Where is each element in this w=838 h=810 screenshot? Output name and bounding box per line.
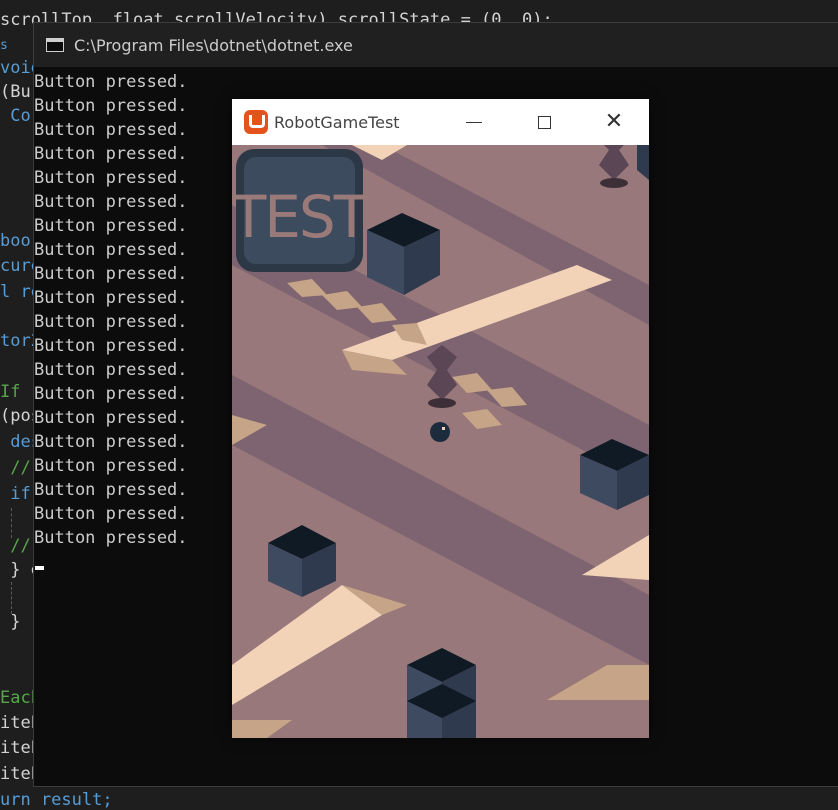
code-line: //	[0, 458, 31, 478]
console-title: C:\Program Files\dotnet\dotnet.exe	[74, 35, 353, 55]
game-titlebar[interactable]: RobotGameTest ✕	[232, 99, 649, 145]
code-line: urn result;	[0, 790, 113, 810]
game-viewport[interactable]: TEST	[232, 145, 649, 738]
code-line: if	[0, 484, 31, 504]
indent-guide	[11, 508, 12, 538]
sign-label: TEST	[232, 183, 370, 251]
indent-guide	[11, 582, 12, 614]
stone-block	[407, 648, 476, 738]
code-line: //	[0, 536, 31, 556]
game-scene: TEST	[232, 145, 649, 738]
console-titlebar[interactable]: C:\Program Files\dotnet\dotnet.exe	[34, 23, 838, 67]
minimize-icon	[466, 121, 482, 123]
code-line: (Bu	[0, 82, 31, 102]
code-line: }	[0, 612, 21, 632]
maximize-button[interactable]	[509, 99, 579, 145]
maximize-icon	[537, 115, 551, 129]
code-line: boo	[0, 231, 31, 251]
game-window[interactable]: RobotGameTest ✕ TEST	[232, 99, 649, 738]
code-line: s	[0, 38, 8, 53]
test-sign: TEST	[232, 149, 372, 272]
monogame-logo-icon	[244, 110, 268, 134]
game-window-title: RobotGameTest	[274, 112, 400, 132]
close-button[interactable]: ✕	[579, 99, 649, 145]
terminal-icon	[46, 38, 64, 52]
text-cursor	[35, 566, 44, 570]
code-line: Co	[0, 106, 31, 126]
player-robot	[430, 422, 450, 442]
console-output-line: Button pressed.	[34, 72, 188, 92]
minimize-button[interactable]	[439, 99, 509, 145]
close-icon: ✕	[604, 109, 624, 134]
